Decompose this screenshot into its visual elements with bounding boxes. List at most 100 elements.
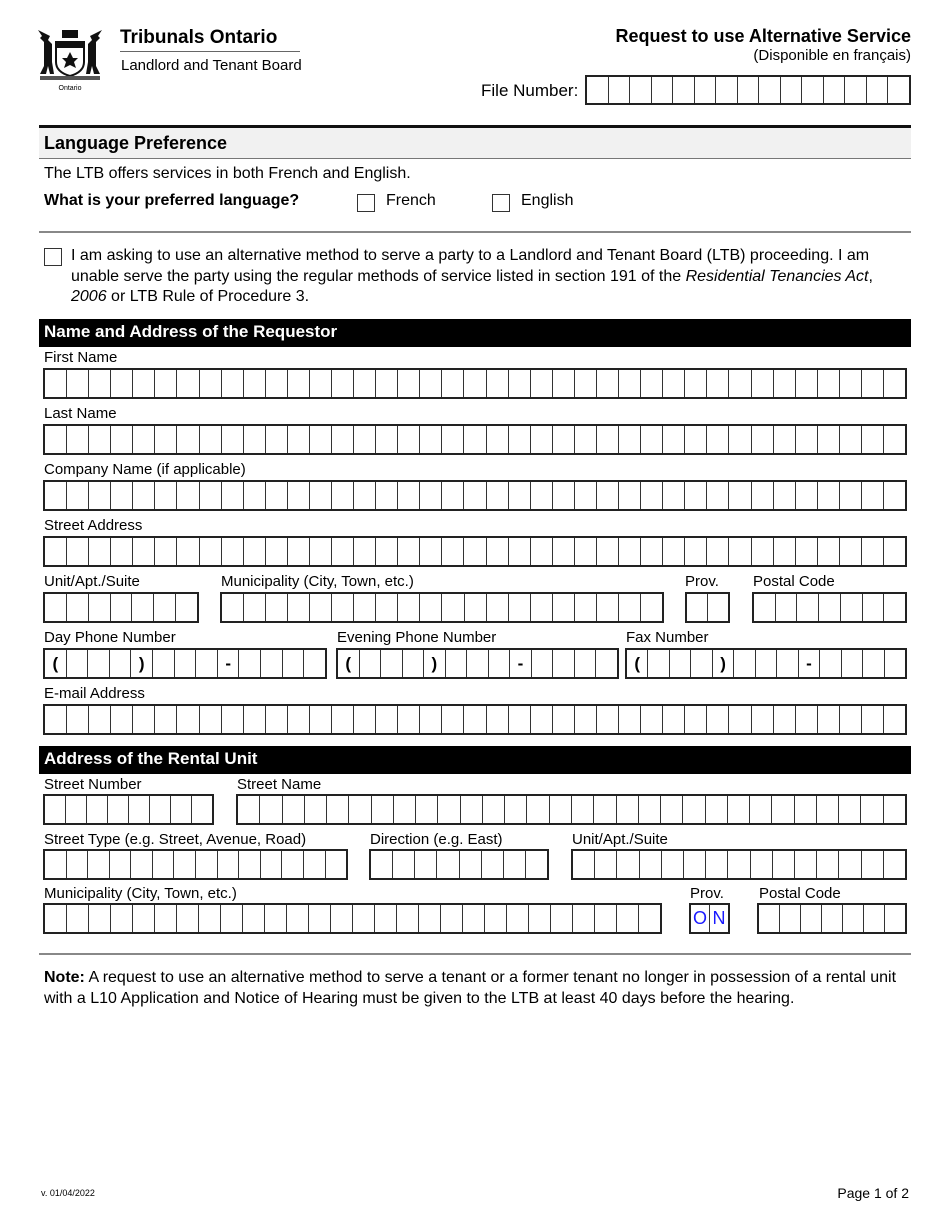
character-cell[interactable] xyxy=(839,851,862,878)
character-cell[interactable] xyxy=(243,905,265,932)
character-cell[interactable] xyxy=(403,650,425,677)
character-cell[interactable] xyxy=(529,905,551,932)
character-cell[interactable] xyxy=(89,370,112,397)
character-cell[interactable] xyxy=(683,796,706,823)
french-checkbox[interactable] xyxy=(357,194,375,212)
first-name-field[interactable] xyxy=(43,368,907,399)
character-cell[interactable] xyxy=(238,796,261,823)
character-cell[interactable] xyxy=(67,426,90,453)
character-cell[interactable] xyxy=(619,594,641,621)
character-cell[interactable] xyxy=(839,796,862,823)
character-cell[interactable] xyxy=(177,426,200,453)
rental-unit-field[interactable] xyxy=(571,849,907,880)
character-cell[interactable] xyxy=(398,370,421,397)
character-cell[interactable] xyxy=(884,370,905,397)
character-cell[interactable] xyxy=(531,706,553,733)
character-cell[interactable] xyxy=(707,706,730,733)
character-cell[interactable] xyxy=(261,851,283,878)
character-cell[interactable] xyxy=(133,538,156,565)
character-cell[interactable] xyxy=(531,482,553,509)
character-cell[interactable] xyxy=(597,482,620,509)
character-cell[interactable] xyxy=(354,538,377,565)
character-cell[interactable] xyxy=(461,796,483,823)
character-cell[interactable] xyxy=(663,482,686,509)
character-cell[interactable] xyxy=(884,796,905,823)
character-cell[interactable] xyxy=(222,594,245,621)
character-cell[interactable] xyxy=(376,594,399,621)
character-cell[interactable] xyxy=(153,650,175,677)
character-cell[interactable] xyxy=(795,796,817,823)
rental-province-field[interactable]: ON xyxy=(689,903,730,934)
character-cell[interactable] xyxy=(129,796,150,823)
character-cell[interactable] xyxy=(244,426,266,453)
character-cell[interactable] xyxy=(487,370,509,397)
character-cell[interactable] xyxy=(639,796,662,823)
character-cell[interactable] xyxy=(332,426,355,453)
character-cell[interactable] xyxy=(66,796,87,823)
character-cell[interactable] xyxy=(553,706,575,733)
character-cell[interactable] xyxy=(531,594,553,621)
character-cell[interactable] xyxy=(376,706,399,733)
character-cell[interactable] xyxy=(415,851,438,878)
character-cell[interactable] xyxy=(531,426,553,453)
character-cell[interactable] xyxy=(398,706,421,733)
character-cell[interactable] xyxy=(597,706,620,733)
character-cell[interactable] xyxy=(756,650,778,677)
character-cell[interactable] xyxy=(110,851,132,878)
character-cell[interactable] xyxy=(177,905,199,932)
character-cell[interactable] xyxy=(332,706,355,733)
character-cell[interactable] xyxy=(796,482,818,509)
character-cell[interactable] xyxy=(260,796,283,823)
character-cell[interactable] xyxy=(304,650,325,677)
character-cell[interactable] xyxy=(67,370,90,397)
character-cell[interactable] xyxy=(108,796,129,823)
character-cell[interactable] xyxy=(89,905,111,932)
character-cell[interactable] xyxy=(509,482,531,509)
character-cell[interactable] xyxy=(729,482,752,509)
character-cell[interactable] xyxy=(597,538,620,565)
character-cell[interactable] xyxy=(442,482,465,509)
character-cell[interactable] xyxy=(818,706,840,733)
character-cell[interactable] xyxy=(509,538,531,565)
character-cell[interactable] xyxy=(822,905,843,932)
character-cell[interactable] xyxy=(354,706,377,733)
character-cell[interactable] xyxy=(774,482,796,509)
character-cell[interactable] xyxy=(131,851,153,878)
character-cell[interactable] xyxy=(706,851,729,878)
character-cell[interactable] xyxy=(884,594,905,621)
character-cell[interactable] xyxy=(288,482,310,509)
character-cell[interactable] xyxy=(244,370,266,397)
character-cell[interactable] xyxy=(774,538,796,565)
character-cell[interactable] xyxy=(309,905,331,932)
character-cell[interactable] xyxy=(222,370,244,397)
character-cell[interactable] xyxy=(641,370,664,397)
character-cell[interactable] xyxy=(244,538,266,565)
character-cell[interactable] xyxy=(45,482,68,509)
character-cell[interactable] xyxy=(332,538,355,565)
character-cell[interactable] xyxy=(780,905,801,932)
character-cell[interactable] xyxy=(199,905,221,932)
character-cell[interactable] xyxy=(750,796,773,823)
character-cell[interactable] xyxy=(200,706,222,733)
character-cell[interactable] xyxy=(630,77,652,103)
character-cell[interactable] xyxy=(575,538,597,565)
character-cell[interactable] xyxy=(505,796,528,823)
character-cell[interactable] xyxy=(509,706,531,733)
character-cell[interactable] xyxy=(419,905,441,932)
character-cell[interactable] xyxy=(885,650,905,677)
character-cell[interactable] xyxy=(310,370,333,397)
character-cell[interactable] xyxy=(332,370,355,397)
english-checkbox[interactable] xyxy=(492,194,510,212)
character-cell[interactable] xyxy=(133,706,156,733)
character-cell[interactable]: - xyxy=(799,650,821,677)
character-cell[interactable] xyxy=(640,851,662,878)
character-cell[interactable] xyxy=(795,851,818,878)
character-cell[interactable] xyxy=(641,594,662,621)
character-cell[interactable] xyxy=(641,426,664,453)
character-cell[interactable] xyxy=(88,650,110,677)
day-phone-field[interactable]: () - xyxy=(43,648,327,679)
character-cell[interactable] xyxy=(796,538,818,565)
character-cell[interactable] xyxy=(754,594,776,621)
character-cell[interactable] xyxy=(196,851,218,878)
character-cell[interactable] xyxy=(441,905,463,932)
